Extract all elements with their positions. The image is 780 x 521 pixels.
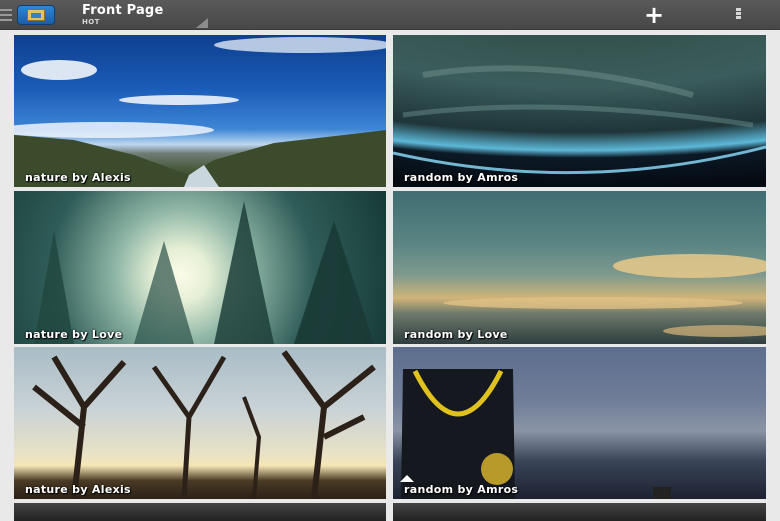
wallpaper-thumbnail — [393, 347, 766, 499]
overflow-menu-icon[interactable] — [731, 8, 745, 24]
wallpaper-tile[interactable]: nature by Alexis — [14, 35, 386, 187]
tile-caption: random by Love — [404, 328, 508, 341]
tile-caption: nature by Alexis — [25, 483, 131, 496]
wallpaper-thumbnail — [14, 347, 386, 499]
wallpaper-thumbnail — [393, 35, 766, 187]
app-window: Front Page HOT + nature by Alexis random… — [0, 0, 780, 521]
action-bar: Front Page HOT + — [0, 0, 780, 30]
wallpaper-tile[interactable] — [14, 503, 386, 521]
wallpaper-tile[interactable] — [393, 503, 766, 521]
tile-caption: nature by Love — [25, 328, 123, 341]
wallpaper-tile[interactable]: random by Amros — [393, 347, 766, 499]
drawer-indicator-icon[interactable] — [0, 9, 12, 21]
tile-caption: nature by Alexis — [25, 171, 131, 184]
wallpaper-tile[interactable]: nature by Love — [14, 191, 386, 344]
app-logo-icon[interactable] — [17, 5, 55, 25]
wallpaper-tile[interactable]: random by Amros — [393, 35, 766, 187]
tile-caption: random by Amros — [404, 171, 519, 184]
wallpaper-tile[interactable]: nature by Alexis — [14, 347, 386, 499]
scroll-up-icon[interactable] — [400, 475, 414, 482]
tile-caption: random by Amros — [404, 483, 519, 496]
wallpaper-grid: nature by Alexis random by Amros nature … — [0, 30, 780, 521]
add-button[interactable]: + — [640, 3, 668, 27]
wallpaper-tile[interactable]: random by Love — [393, 191, 766, 344]
page-selector[interactable]: Front Page HOT — [82, 3, 212, 29]
wallpaper-thumbnail — [393, 503, 766, 521]
wallpaper-thumbnail — [14, 503, 386, 521]
wallpaper-thumbnail — [14, 35, 386, 187]
wallpaper-thumbnail — [393, 191, 766, 344]
wallpaper-thumbnail — [14, 191, 386, 344]
page-title: Front Page — [82, 3, 164, 18]
dropdown-triangle-icon[interactable] — [196, 18, 208, 28]
page-subtitle: HOT — [82, 18, 100, 26]
